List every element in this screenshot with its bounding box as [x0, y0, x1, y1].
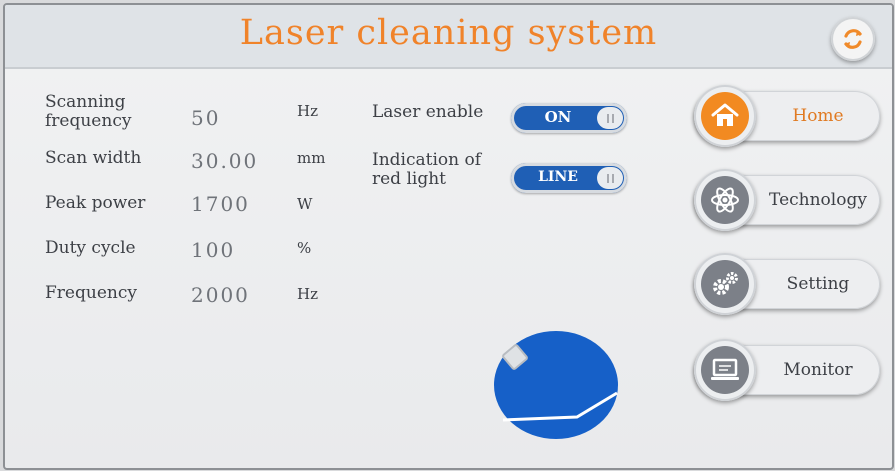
- red-light-toggle[interactable]: LINE: [511, 163, 627, 193]
- refresh-button[interactable]: [831, 17, 875, 61]
- duty-cycle-value[interactable]: 100: [191, 238, 235, 262]
- refresh-icon: [844, 29, 862, 49]
- laser-enable-label: Laser enable: [372, 102, 484, 122]
- peak-power-label: Peak power: [45, 193, 146, 213]
- red-light-state: LINE: [538, 169, 578, 185]
- laser-cleaning-screen: Laser cleaning system Scanning frequency…: [3, 3, 894, 470]
- header-bar: Laser cleaning system: [5, 5, 892, 69]
- monitor-icon: [711, 358, 739, 380]
- gears-icon: [713, 272, 738, 295]
- scanning-frequency-value[interactable]: 50: [191, 106, 220, 130]
- laser-status-icon: [494, 331, 618, 439]
- scanning-frequency-unit: Hz: [297, 102, 318, 120]
- monitor-icon-circle: [694, 339, 756, 401]
- nav-home-button[interactable]: Home: [694, 85, 880, 147]
- red-light-label: Indication of red light: [372, 150, 482, 189]
- peak-power-value[interactable]: 1700: [191, 192, 250, 216]
- laser-enable-toggle[interactable]: ON: [511, 103, 627, 133]
- nav-monitor-button[interactable]: Monitor: [694, 339, 880, 401]
- scan-width-label: Scan width: [45, 148, 142, 168]
- home-icon: [711, 103, 739, 126]
- nav-setting-button[interactable]: Setting: [694, 253, 880, 315]
- home-icon-circle: [694, 85, 756, 147]
- scan-width-unit: mm: [297, 149, 326, 167]
- peak-power-unit: W: [297, 195, 313, 213]
- page-title: Laser cleaning system: [239, 13, 658, 53]
- scan-width-value[interactable]: 30.00: [191, 149, 258, 173]
- toggle-knob: [597, 167, 623, 189]
- duty-cycle-unit: %: [297, 239, 312, 257]
- duty-cycle-label: Duty cycle: [45, 238, 136, 258]
- nav-home-label: Home: [792, 106, 844, 126]
- laser-enable-state: ON: [544, 108, 572, 126]
- nav-setting-label: Setting: [786, 274, 850, 294]
- nav-technology-label: Technology: [769, 190, 867, 210]
- scanning-frequency-label: Scanning frequency: [45, 92, 132, 131]
- frequency-label: Frequency: [45, 283, 137, 303]
- atom-icon: [711, 187, 739, 213]
- technology-icon-circle: [694, 169, 756, 231]
- nav-monitor-label: Monitor: [783, 360, 853, 380]
- setting-icon-circle: [694, 253, 756, 315]
- toggle-knob: [597, 107, 623, 129]
- nav-technology-button[interactable]: Technology: [694, 169, 880, 231]
- frequency-value[interactable]: 2000: [191, 283, 250, 307]
- frequency-unit: Hz: [297, 285, 318, 303]
